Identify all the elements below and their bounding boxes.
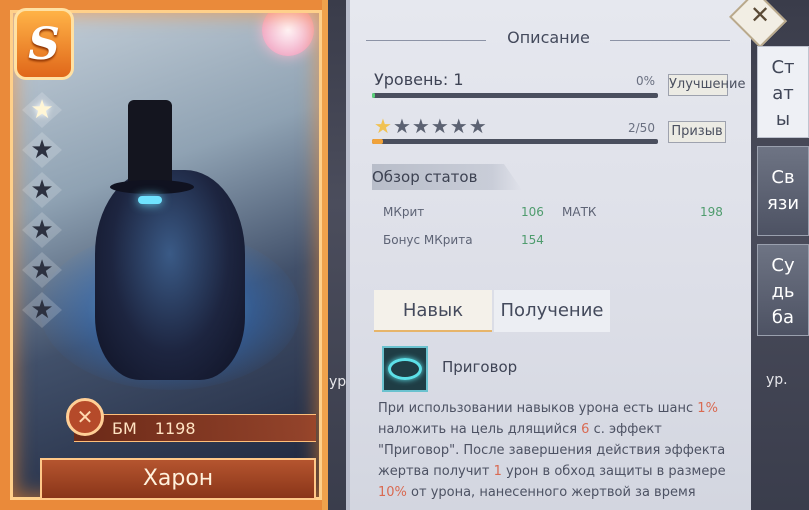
star-progress-bar (372, 139, 658, 144)
skill-description: При использовании навыков урона есть шан… (378, 398, 728, 503)
side-tab-label: Ст (771, 57, 795, 78)
desc-text: наложить на цель длящийся (378, 422, 582, 437)
close-icon[interactable]: ✕ (742, 0, 778, 30)
skill-icon[interactable] (382, 346, 428, 392)
level-label: Уровень: 1 (374, 70, 464, 89)
level-percent: 0% (636, 74, 656, 88)
side-tab-fate[interactable]: Су дь ба (757, 244, 809, 336)
hero-card: S ★ ★ ★ ★ ★ ★ БМ 1198 ✕ Харон (0, 0, 328, 510)
side-tab-label: Су (771, 255, 795, 276)
star-progress-fill (372, 139, 384, 144)
stat-value: 106 (521, 205, 544, 219)
battle-power-value: 1198 (154, 419, 196, 438)
desc-value: 1% (697, 401, 718, 416)
desc-line: "Приговор". После завершения действия эф… (378, 443, 726, 458)
hero-star-column: ★ ★ ★ ★ ★ ★ (22, 92, 68, 332)
stat-value: 198 (700, 205, 723, 219)
summon-button[interactable]: Призыв (668, 121, 726, 143)
star-icon-empty: ★ (430, 114, 450, 138)
background-level-label-right: ур. (766, 372, 788, 388)
side-tab-label: ы (775, 109, 791, 130)
side-tab-stats[interactable]: Ст ат ы (757, 46, 809, 138)
star-icon-empty: ★ (468, 114, 488, 138)
desc-text: жертва получит (378, 464, 494, 479)
star-icon-empty: ★ (22, 252, 62, 288)
star-progress-text: 2/50 (628, 121, 655, 135)
star-icon-empty: ★ (22, 292, 62, 328)
level-progress-fill (372, 93, 375, 98)
battle-power-label: БМ (112, 419, 137, 438)
desc-value: 1 (493, 464, 502, 479)
desc-text: урон в обход защиты в размере (501, 464, 726, 479)
side-tab-label: дь (771, 281, 795, 302)
star-icon-empty: ★ (22, 132, 62, 168)
tab-skill[interactable]: Навык (374, 290, 492, 332)
stat-name: МКрит (383, 205, 425, 219)
stat-name: МАТК (562, 205, 597, 219)
desc-line: наложить на цель длящийся 6 с. эффект (378, 419, 728, 440)
star-icon-filled: ★ (22, 92, 62, 128)
hero-name: Харон (40, 458, 316, 500)
skill-name: Приговор (442, 358, 518, 376)
upgrade-button[interactable]: Улучшение (668, 74, 745, 96)
desc-text: При использовании навыков урона есть шан… (378, 401, 698, 416)
stat-name: Бонус МКрита (383, 233, 473, 247)
side-tab-label: язи (766, 193, 800, 214)
stats-overview-header: Обзор статов (372, 164, 522, 190)
level-progress-bar (372, 93, 658, 98)
desc-line: При использовании навыков урона есть шан… (378, 398, 728, 419)
desc-text: от урона, нанесенного жертвой за время (406, 485, 696, 500)
side-tab-label: ат (772, 83, 794, 104)
skill-tabs: Навык Получение (374, 290, 610, 332)
tab-obtain[interactable]: Получение (494, 290, 610, 332)
stat-value: 154 (521, 233, 544, 247)
star-icon-empty: ★ (449, 114, 469, 138)
side-tab-label: ба (771, 307, 795, 328)
rank-badge: S (14, 8, 74, 80)
desc-text: с. эффект (589, 422, 662, 437)
crossed-swords-icon: ✕ (66, 398, 104, 436)
panel-title: Описание (507, 28, 590, 47)
desc-value: 10% (378, 485, 407, 500)
side-tab-label: Св (771, 167, 795, 188)
star-icon-empty: ★ (392, 114, 412, 138)
star-icon-empty: ★ (22, 172, 62, 208)
eye-rune-icon (388, 358, 422, 380)
star-rating: ★★★★★★ (374, 114, 488, 138)
desc-line: жертва получит 1 урон в обход защиты в р… (378, 461, 728, 482)
desc-line: 10% от урона, нанесенного жертвой за вре… (378, 482, 728, 503)
star-icon-empty: ★ (411, 114, 431, 138)
battle-power-bar: БМ 1198 (74, 414, 316, 442)
star-icon-filled: ★ (374, 114, 393, 138)
star-icon-empty: ★ (22, 212, 62, 248)
side-tab-links[interactable]: Св язи (757, 146, 809, 236)
